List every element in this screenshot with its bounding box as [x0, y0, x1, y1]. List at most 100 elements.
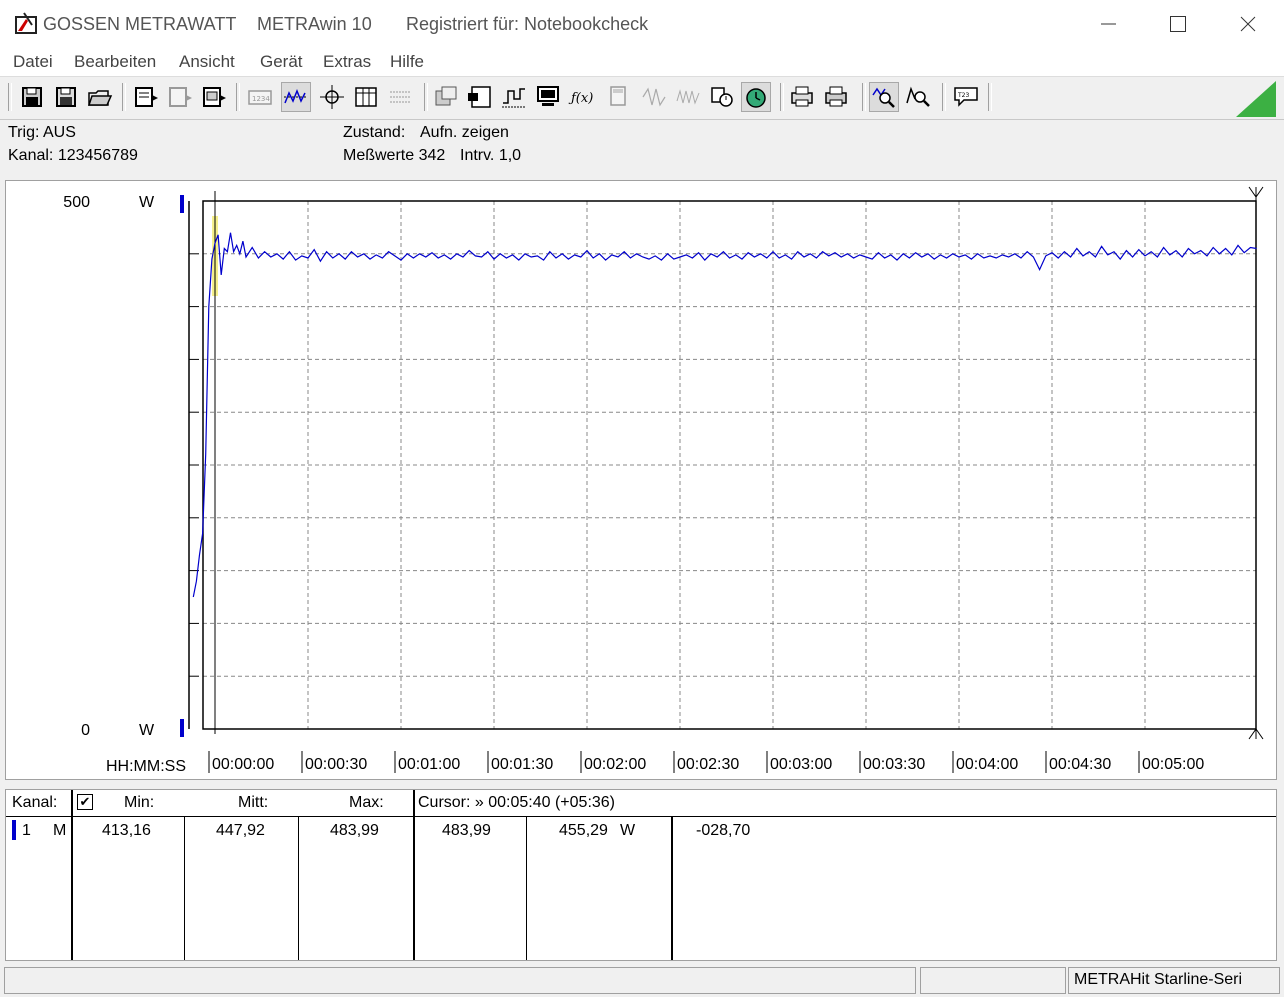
x-tick-label: 00:05:00	[1142, 756, 1204, 773]
x-tick-label: 00:02:30	[677, 756, 739, 773]
multi-window-icon[interactable]	[432, 83, 460, 111]
channel-mode: M	[53, 822, 67, 839]
x-tick-label: 00:00:00	[212, 756, 274, 773]
mitt-value: 447,92	[216, 822, 265, 839]
svg-text:T23: T23	[957, 92, 969, 99]
print-preview-icon[interactable]	[788, 83, 816, 111]
max-value: 483,99	[330, 822, 379, 839]
svg-text:1234: 1234	[252, 95, 270, 103]
save-as-icon[interactable]	[52, 83, 80, 111]
menu-hilfe[interactable]: Hilfe	[390, 52, 424, 72]
minimize-icon	[1101, 23, 1116, 25]
min-header: Min:	[124, 794, 155, 811]
x-tick-label: 00:01:30	[491, 756, 553, 773]
y-bottom-channel-marker	[180, 719, 184, 737]
calculator-icon[interactable]	[604, 83, 632, 111]
window-layout-icon[interactable]	[466, 83, 494, 111]
channel-table: Kanal: ✔ Min: Mitt: Max: Cursor: » 00:05…	[5, 789, 1277, 961]
measurement-count: Meßwerte 342	[343, 147, 446, 164]
chart-axes	[180, 186, 1264, 740]
y-axis-top-label: 500	[63, 194, 90, 211]
minimize-button[interactable]	[1085, 8, 1131, 40]
status-device: METRAHit Starline-Seri	[1068, 967, 1280, 994]
toolbar: 1234 ƒ(x) T23	[0, 77, 1284, 120]
line-chart-icon[interactable]	[281, 82, 311, 112]
step-chart-icon[interactable]	[500, 83, 528, 111]
maximize-button[interactable]	[1154, 8, 1200, 40]
state-label: Zustand:	[343, 124, 406, 141]
function-fx-icon[interactable]: ƒ(x)	[568, 83, 596, 111]
max-header: Max:	[349, 794, 384, 811]
corner-triangle-icon	[1236, 81, 1276, 117]
registered-title: Registriert für: Notebookcheck	[406, 14, 649, 34]
svg-text:ƒ(x): ƒ(x)	[568, 91, 593, 106]
save-icon[interactable]	[18, 83, 46, 111]
record-clock-icon[interactable]	[741, 82, 771, 112]
cursor-unit: W	[620, 822, 636, 839]
mitt-header: Mitt:	[238, 794, 269, 811]
cursor-value-2: 455,29	[559, 822, 608, 839]
power-chart[interactable]: 500 W 0 W HH:MM:SS 00:00:00 00:00:30 00:01…	[6, 181, 1276, 779]
channel-color-marker	[12, 820, 16, 840]
y-axis-top-unit: W	[139, 194, 155, 211]
open-folder-icon[interactable]	[86, 83, 114, 111]
cursor-value: 483,99	[442, 822, 491, 839]
menu-datei[interactable]: Datei	[13, 52, 53, 72]
x-tick-label: 00:04:00	[956, 756, 1018, 773]
x-tick-label: 00:03:00	[770, 756, 832, 773]
chart-grid	[203, 201, 1256, 729]
waveform-multi-icon[interactable]	[674, 83, 702, 111]
status-panel-middle	[920, 967, 1066, 994]
kanal-header: Kanal:	[12, 794, 58, 811]
cursor-crosshair-icon[interactable]	[318, 83, 346, 111]
print-icon[interactable]	[822, 83, 850, 111]
device-disabled-icon[interactable]	[166, 83, 194, 111]
x-tick-label: 00:02:00	[584, 756, 646, 773]
x-tick-label: 00:04:30	[1049, 756, 1111, 773]
channel-status: Kanal: 123456789	[8, 147, 138, 164]
x-tick-label: 00:00:30	[305, 756, 367, 773]
y-axis-bottom-label: 0	[81, 722, 90, 739]
menu-ansicht[interactable]: Ansicht	[179, 52, 235, 72]
interval-value: Intrv. 1,0	[460, 147, 522, 164]
state-value: Aufn. zeigen	[420, 124, 509, 141]
app-icon	[15, 12, 37, 34]
status-panel-main	[4, 967, 916, 994]
chart-series	[192, 232, 1257, 598]
close-icon	[1240, 16, 1256, 32]
brand-title: GOSSEN METRAWATT	[43, 14, 237, 34]
app-title: METRAwin 10	[257, 14, 372, 34]
x-tick-label: 00:03:30	[863, 756, 925, 773]
list-view-icon[interactable]	[386, 83, 414, 111]
digital-display-icon[interactable]: 1234	[246, 83, 274, 111]
channel-checkbox[interactable]: ✔	[77, 794, 93, 810]
timer-icon[interactable]	[708, 83, 736, 111]
y-top-channel-marker	[180, 195, 184, 213]
power-series-line	[192, 232, 1257, 598]
zoom-chart-icon[interactable]	[869, 82, 899, 112]
x-tick-label: 00:01:00	[398, 756, 460, 773]
device-read-icon[interactable]	[132, 83, 160, 111]
menu-geraet[interactable]: Gerät	[260, 52, 303, 72]
maximize-icon	[1170, 16, 1186, 32]
x-axis-ticks: 00:00:00 00:00:30 00:01:00 00:01:30 00:02:00…	[208, 751, 1204, 773]
channel-number: 1	[22, 822, 31, 839]
min-value: 413,16	[102, 822, 151, 839]
device-send-icon[interactable]	[200, 83, 228, 111]
zoom-out-icon[interactable]	[904, 83, 932, 111]
status-bar: METRAHit Starline-Seri	[0, 965, 1284, 997]
trigger-status: Trig: AUS	[8, 124, 76, 141]
waveform-disabled-icon[interactable]	[640, 83, 668, 111]
menu-bar: Datei Bearbeiten Ansicht Gerät Extras Hi…	[0, 48, 1284, 77]
title-bar: GOSSEN METRAWATT METRAwin 10 Registriert…	[0, 0, 1284, 48]
comment-icon[interactable]: T23	[952, 83, 980, 111]
chart-panel[interactable]: 500 W 0 W HH:MM:SS 00:00:00 00:00:30 00:01…	[5, 180, 1277, 780]
menu-bearbeiten[interactable]: Bearbeiten	[74, 52, 156, 72]
x-axis-label: HH:MM:SS	[106, 758, 186, 775]
close-button[interactable]	[1224, 8, 1270, 40]
menu-extras[interactable]: Extras	[323, 52, 371, 72]
pc-monitor-icon[interactable]	[534, 83, 562, 111]
table-view-icon[interactable]	[352, 83, 380, 111]
y-axis-bottom-unit: W	[139, 722, 155, 739]
cursor-diff: -028,70	[696, 822, 751, 839]
